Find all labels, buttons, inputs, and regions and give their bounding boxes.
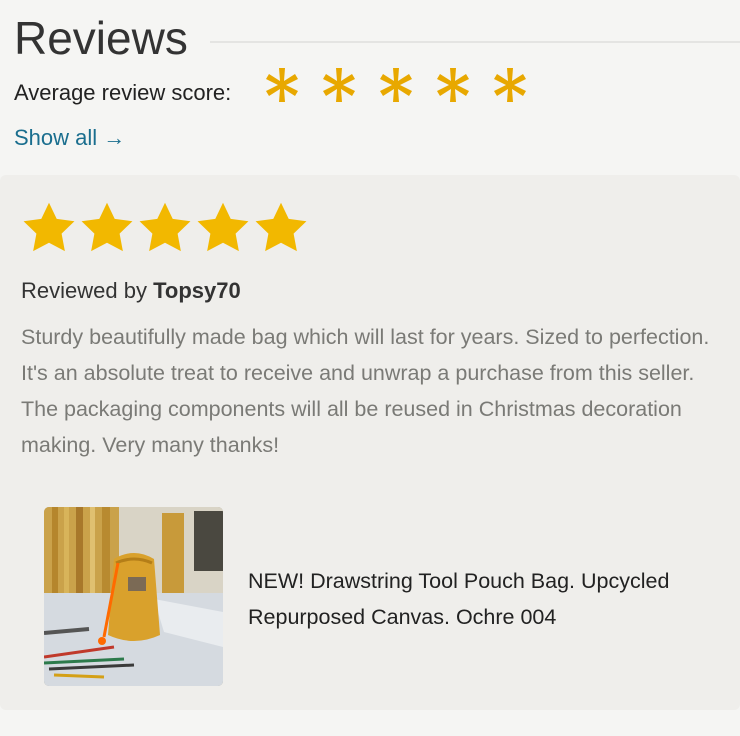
reviewer-name[interactable]: Topsy70 <box>153 278 241 303</box>
reviews-heading: Reviews <box>14 12 188 64</box>
reviewed-product[interactable]: NEW! Drawstring Tool Pouch Bag. Upcycled… <box>44 507 724 687</box>
review-card: Reviewed by Topsy70 Sturdy beautifully m… <box>0 175 740 710</box>
star-icon <box>197 202 249 252</box>
asterisk-star-icon <box>437 68 469 102</box>
reviewer-line: Reviewed by Topsy70 <box>21 278 241 304</box>
product-thumbnail[interactable] <box>44 507 223 686</box>
product-photo-icon <box>44 507 223 686</box>
asterisk-star-icon <box>494 68 526 102</box>
star-icon <box>139 202 191 252</box>
review-body: Sturdy beautifully made bag which will l… <box>21 325 710 457</box>
product-title-link[interactable]: NEW! Drawstring Tool Pouch Bag. Upcycled… <box>248 563 728 635</box>
asterisk-star-icon <box>380 68 412 102</box>
star-icon <box>81 202 133 252</box>
star-icon <box>23 202 75 252</box>
star-icon <box>255 202 307 252</box>
asterisk-star-icon <box>323 68 355 102</box>
average-score-label: Average review score: <box>14 80 232 105</box>
reviewed-by-label: Reviewed by <box>21 278 147 303</box>
reviews-page: Reviews Average review score: Show all → <box>0 0 740 736</box>
asterisk-star-icon <box>266 68 298 102</box>
show-all-link[interactable]: Show all → <box>14 125 125 151</box>
average-score-row: Average review score: <box>14 66 614 116</box>
heading-divider <box>210 41 740 43</box>
